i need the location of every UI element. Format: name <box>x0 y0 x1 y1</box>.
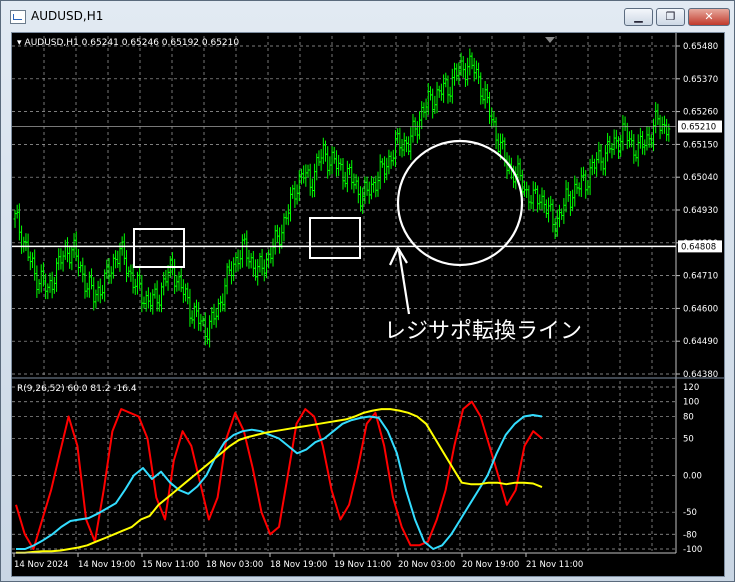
indicator-scale-label: 0.00 <box>683 471 702 481</box>
indicator-scale-label: -80 <box>683 530 697 540</box>
shift-marker-icon[interactable] <box>545 37 555 43</box>
indicator-grid <box>12 381 676 551</box>
indicator-lines <box>15 400 543 554</box>
price-label: 0.65150 <box>683 140 718 150</box>
highlight-box-1[interactable] <box>133 228 185 268</box>
chart-header: ▾ AUDUSD,H1 0.65241 0.65246 0.65192 0.652… <box>17 38 239 48</box>
time-label: 20 Nov 19:00 <box>462 560 519 570</box>
indicator-scale-label: 100 <box>683 398 699 408</box>
price-label: 0.65480 <box>683 42 718 52</box>
indicator-header: R(9,26,52) 60.0 81.2 -16.4 <box>17 384 137 394</box>
chart-area[interactable]: レジサポ転換ライン ▾ AUDUSD,H1 0.65241 0.65246 0.6… <box>11 32 725 577</box>
indicator-scale-label: -100 <box>683 545 702 555</box>
annotation-label[interactable]: レジサポ転換ライン <box>384 319 582 344</box>
highlight-box-2[interactable] <box>309 217 361 259</box>
indicator-scale-label: 50 <box>683 435 694 445</box>
header-dropdown-icon: ▾ <box>17 38 22 48</box>
indicator-line-yellow <box>16 408 543 554</box>
annotation-arrow[interactable] <box>389 245 411 315</box>
maximize-icon: ❐ <box>665 10 676 23</box>
price-candles <box>13 48 671 348</box>
chart-window: AUDUSD,H1 ▁ ❐ ✕ レジサポ転換ライン ▾ AUDUSD,H1 0.6… <box>0 0 735 582</box>
price-label: 0.65260 <box>683 108 718 118</box>
price-label: 0.64930 <box>683 206 718 216</box>
price-label: 0.65370 <box>683 75 718 85</box>
indicator-scale-label: 120 <box>683 383 699 393</box>
main-grid <box>12 33 677 553</box>
time-label: 15 Nov 11:00 <box>142 560 199 570</box>
hline-price-tag: 0.64808 <box>681 242 716 252</box>
indicator-axis: 120 100 80 50 0.00 -50 -80 -100 <box>683 383 702 555</box>
time-label: 19 Nov 11:00 <box>334 560 391 570</box>
chart-svg[interactable]: レジサポ転換ライン ▾ AUDUSD,H1 0.65241 0.65246 0.6… <box>12 33 724 576</box>
time-label: 14 Nov 19:00 <box>78 560 135 570</box>
window-title: AUDUSD,H1 <box>31 9 104 23</box>
price-label: 0.64600 <box>683 304 718 314</box>
price-label: 0.64710 <box>683 272 718 282</box>
close-icon: ✕ <box>704 10 714 23</box>
maximize-button[interactable]: ❐ <box>656 8 685 26</box>
title-bar[interactable]: AUDUSD,H1 ▁ ❐ ✕ <box>1 1 734 31</box>
minimize-icon: ▁ <box>634 10 643 23</box>
minimize-button[interactable]: ▁ <box>624 8 653 26</box>
time-label: 18 Nov 19:00 <box>270 560 327 570</box>
current-price-tag: 0.65210 <box>681 123 716 133</box>
price-axis: 0.65480 0.65370 0.65260 0.65150 0.65040 0.649… <box>676 42 718 380</box>
time-label: 21 Nov 11:00 <box>526 560 583 570</box>
time-label: 20 Nov 03:00 <box>398 560 455 570</box>
indicator-scale-label: -50 <box>683 508 697 518</box>
time-label: 18 Nov 03:00 <box>206 560 263 570</box>
time-label: 14 Nov 2024 <box>14 560 68 570</box>
chart-window-icon <box>10 10 26 24</box>
time-axis: 14 Nov 2024 14 Nov 19:00 15 Nov 11:00 18 No… <box>12 552 676 570</box>
price-label: 0.65040 <box>683 173 718 183</box>
price-label: 0.64490 <box>683 337 718 347</box>
close-button[interactable]: ✕ <box>688 8 730 26</box>
indicator-scale-label: 80 <box>683 412 694 422</box>
